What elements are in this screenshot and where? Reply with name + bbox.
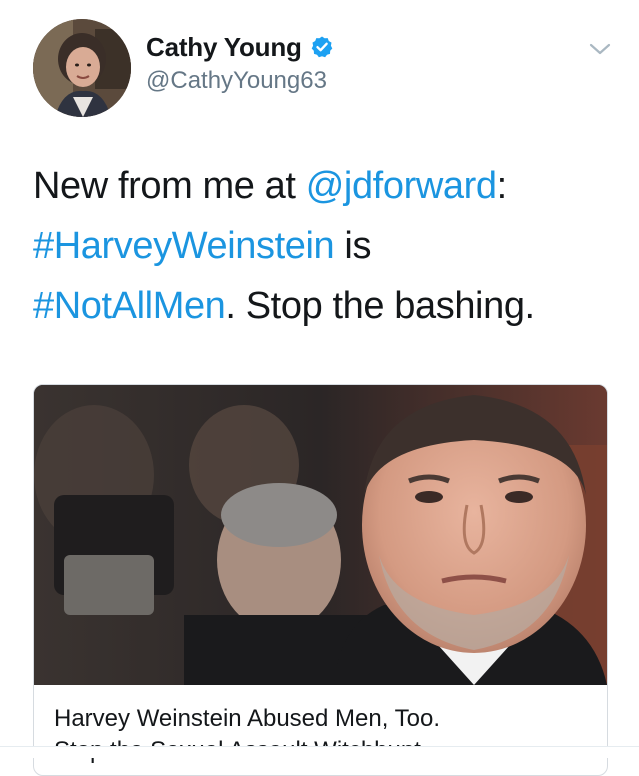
- author-display-name[interactable]: Cathy Young: [146, 32, 302, 63]
- tweet-line-1: New from me at @jdforward:: [33, 156, 613, 216]
- bottom-bar: [0, 747, 639, 758]
- hashtag-link[interactable]: #HarveyWeinstein: [33, 225, 335, 267]
- tweet-text-segment: New from me at: [33, 165, 306, 207]
- tweet-line-3: #NotAllMen. Stop the bashing.: [33, 276, 613, 336]
- chevron-down-icon[interactable]: [588, 40, 612, 58]
- verified-badge-icon: [311, 36, 333, 58]
- tweet-line-2: #HarveyWeinstein is: [33, 216, 613, 276]
- hashtag-link[interactable]: #NotAllMen: [33, 285, 226, 327]
- tweet-text-segment: :: [496, 165, 508, 207]
- tweet-text-segment: is: [334, 225, 372, 267]
- mention-link[interactable]: @jdforward: [306, 165, 497, 207]
- link-card[interactable]: Harvey Weinstein Abused Men, Too. Stop t…: [33, 384, 608, 776]
- tweet-text: New from me at @jdforward: #HarveyWeinst…: [33, 156, 613, 336]
- avatar[interactable]: [33, 19, 131, 117]
- author-handle[interactable]: @CathyYoung63: [146, 67, 327, 95]
- card-title[interactable]: Harvey Weinstein Abused Men, Too.: [54, 703, 594, 735]
- tweet: Cathy Young @CathyYoung63 New from me at…: [0, 0, 639, 776]
- card-image[interactable]: [34, 385, 607, 685]
- tweet-text-segment: . Stop the bashing.: [225, 285, 535, 327]
- author-name-row[interactable]: Cathy Young: [146, 31, 334, 63]
